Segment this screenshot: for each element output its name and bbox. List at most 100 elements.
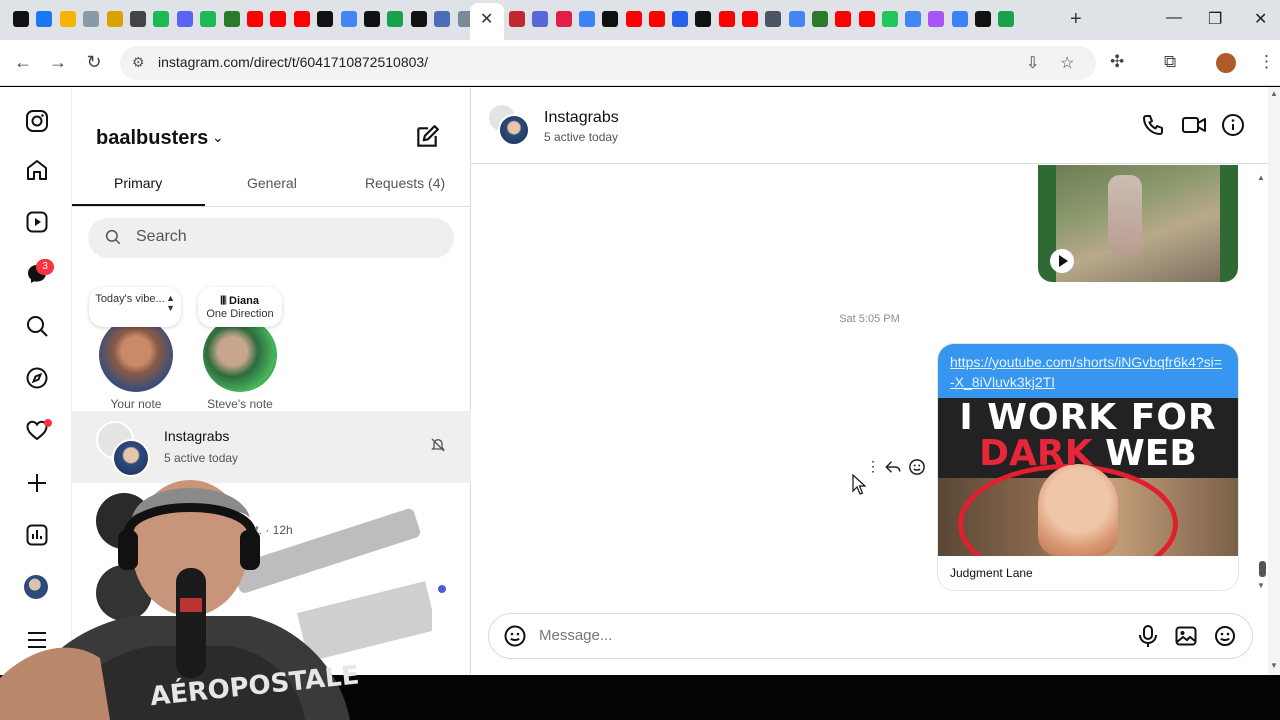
shared-reel-thumbnail[interactable] — [1038, 165, 1238, 282]
profile-avatar-icon[interactable] — [1216, 53, 1236, 73]
tab-favicon[interactable] — [905, 11, 922, 27]
tab-favicon[interactable] — [881, 11, 898, 27]
note-bubble[interactable]: Today's vibe... ▲ ▼ — [89, 287, 181, 327]
tab-favicon[interactable] — [695, 11, 712, 27]
tab-favicon[interactable] — [200, 11, 217, 27]
tab-favicon[interactable] — [340, 11, 357, 27]
search-icon[interactable] — [24, 313, 50, 339]
maximize-button[interactable]: ❐ — [1208, 9, 1222, 29]
reels-icon[interactable] — [24, 209, 50, 235]
thumbnail-headline-2: DARK WEB — [938, 434, 1238, 474]
tab-favicon[interactable] — [835, 11, 852, 27]
tab-favicon[interactable] — [153, 11, 170, 27]
browser-menu-icon[interactable]: ⋮ — [1258, 52, 1275, 72]
install-app-icon[interactable]: ⇩ — [1026, 53, 1039, 73]
url-text[interactable]: instagram.com/direct/t/6041710872510803/ — [158, 54, 428, 70]
tab-favicon[interactable] — [223, 11, 240, 27]
conversation-title[interactable]: Instagrabs — [544, 109, 619, 127]
note-bubble[interactable]: 𝄃𝄃 Diana One Direction — [198, 287, 282, 327]
tab-favicon[interactable] — [742, 11, 758, 27]
tab-favicon[interactable] — [858, 11, 875, 27]
reply-icon[interactable] — [884, 458, 902, 481]
tab-favicon[interactable] — [83, 11, 100, 27]
tab-favicon[interactable] — [951, 11, 968, 27]
message-input[interactable] — [539, 627, 1099, 644]
tab-favicon[interactable] — [811, 11, 828, 27]
back-button[interactable]: ← — [12, 52, 34, 73]
close-window-button[interactable]: ✕ — [1254, 9, 1267, 29]
tab-favicon[interactable] — [532, 11, 549, 27]
tab-favicon[interactable] — [317, 11, 334, 27]
address-bar[interactable]: ⚙ instagram.com/direct/t/604171087251080… — [120, 46, 1096, 80]
page-scrollbar[interactable]: ▲ ▼ — [1268, 87, 1280, 675]
forward-button[interactable]: → — [47, 52, 69, 73]
tab-favicon[interactable] — [387, 11, 404, 27]
tab-favicon[interactable] — [555, 11, 572, 27]
tab-favicon[interactable] — [998, 11, 1015, 27]
emoji-picker-icon[interactable] — [503, 624, 527, 653]
image-upload-icon[interactable] — [1174, 624, 1198, 653]
tab-favicon[interactable] — [602, 11, 619, 27]
thumbnail-word-white: WEB — [1105, 433, 1197, 474]
video-thumbnail[interactable]: I WORK FOR DARK WEB — [938, 398, 1238, 556]
close-tab-icon[interactable]: ✕ — [480, 9, 493, 29]
note-song-title: Diana — [229, 295, 259, 307]
tab-favicon[interactable] — [364, 11, 380, 27]
video-call-icon[interactable] — [1181, 113, 1207, 142]
tab-favicon[interactable] — [718, 11, 735, 27]
tab-favicon[interactable] — [765, 11, 782, 27]
thread-instagrabs[interactable]: Instagrabs 5 active today — [72, 411, 471, 483]
group-avatar[interactable] — [487, 103, 531, 147]
shared-youtube-message[interactable]: https://youtube.com/shorts/iNGvbqfr6k4?s… — [938, 344, 1238, 590]
muted-bell-icon — [430, 437, 446, 458]
tab-general[interactable]: General — [247, 175, 297, 191]
tab-favicon[interactable] — [247, 11, 263, 27]
tab-favicon[interactable] — [578, 11, 595, 27]
home-icon[interactable] — [24, 157, 50, 183]
tab-favicon[interactable] — [36, 11, 53, 27]
tab-favicon[interactable] — [59, 11, 76, 27]
instagram-icon[interactable] — [24, 108, 50, 134]
explore-icon[interactable] — [24, 365, 50, 391]
new-tab-button[interactable]: + — [1070, 8, 1082, 31]
extensions-icon[interactable]: ✣ — [1110, 52, 1124, 72]
react-emoji-icon[interactable] — [908, 458, 926, 481]
tab-favicon[interactable] — [509, 11, 525, 27]
tab-favicon[interactable] — [106, 11, 123, 27]
phone-icon[interactable] — [1141, 113, 1165, 142]
search-input[interactable] — [136, 228, 436, 246]
tab-favicon[interactable] — [130, 11, 146, 27]
tab-favicon[interactable] — [648, 11, 665, 27]
tab-favicon[interactable] — [672, 11, 689, 27]
chat-scrollbar[interactable]: ▲ ▼ — [1257, 173, 1267, 593]
bookmark-star-icon[interactable]: ☆ — [1060, 53, 1074, 73]
tab-favicon[interactable] — [410, 11, 427, 27]
tab-favicon[interactable] — [13, 11, 29, 27]
microphone-icon[interactable] — [1137, 624, 1159, 653]
tab-primary[interactable]: Primary — [114, 175, 162, 191]
play-icon[interactable] — [1050, 249, 1074, 273]
site-settings-icon[interactable]: ⚙ — [132, 54, 145, 71]
chevron-down-icon[interactable]: ⌄ — [212, 129, 224, 146]
tab-search-icon[interactable]: ⧉ — [1164, 52, 1176, 72]
active-tab[interactable]: ✕ — [470, 3, 504, 40]
account-switcher[interactable]: baalbusters — [96, 127, 208, 150]
tab-favicon[interactable] — [176, 11, 193, 27]
tab-favicon[interactable] — [434, 11, 451, 27]
info-icon[interactable] — [1221, 113, 1245, 142]
tab-favicon[interactable] — [928, 11, 945, 27]
tab-favicon[interactable] — [270, 11, 287, 27]
tab-requests[interactable]: Requests (4) — [365, 175, 445, 191]
reload-button[interactable]: ↻ — [83, 52, 105, 73]
search-box[interactable] — [88, 218, 454, 258]
shared-link[interactable]: https://youtube.com/shorts/iNGvbqfr6k4?s… — [938, 344, 1238, 398]
more-options-icon[interactable]: ⋮ — [866, 458, 880, 475]
compose-icon[interactable] — [414, 124, 440, 155]
tab-favicon[interactable] — [788, 11, 805, 27]
tab-favicon[interactable] — [293, 11, 310, 27]
tab-favicon[interactable] — [625, 11, 642, 27]
note-scroll-arrows[interactable]: ▲ ▼ — [166, 293, 175, 313]
tab-favicon[interactable] — [975, 11, 991, 27]
sticker-icon[interactable] — [1213, 624, 1237, 653]
minimize-button[interactable]: — — [1166, 9, 1182, 27]
